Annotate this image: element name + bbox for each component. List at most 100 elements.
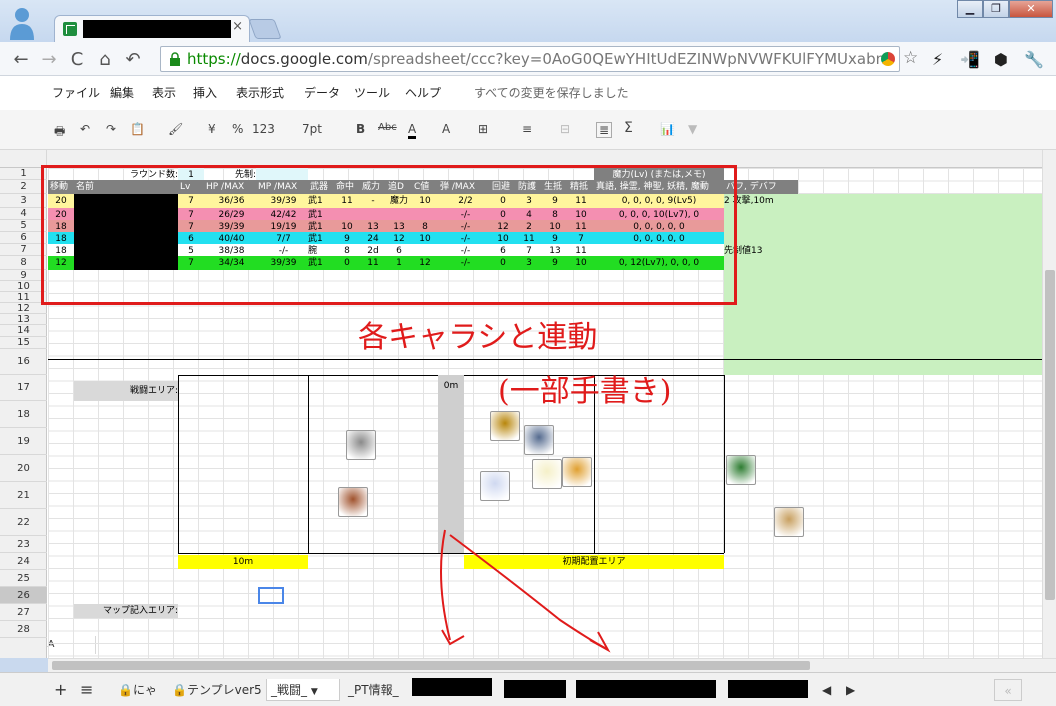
horizontal-scroll-thumb[interactable] [52, 661, 810, 670]
user-avatar-icon[interactable] [8, 6, 36, 40]
browser-tab[interactable]: × [54, 15, 250, 42]
forward-button[interactable]: → [38, 49, 60, 70]
white-beast-token[interactable] [532, 459, 562, 489]
align-icon[interactable]: ≡ [522, 122, 532, 136]
percent-button[interactable]: % [232, 122, 243, 136]
cell-buff[interactable]: 2 攻撃,10m [724, 194, 872, 208]
menu-format[interactable]: 表示形式 [236, 84, 284, 101]
row-header-2[interactable]: 2 [0, 180, 47, 194]
add-sheet-button[interactable]: + [50, 679, 71, 701]
number-format-button[interactable]: 123 [252, 122, 275, 136]
selected-cell[interactable] [258, 587, 284, 604]
row-header-5[interactable]: 5 [0, 220, 47, 232]
row-header-17[interactable]: 17 [0, 375, 47, 401]
row-header-13[interactable]: 13 [0, 314, 47, 325]
chart-icon[interactable]: 📊 [660, 122, 675, 136]
dark-beast-token[interactable] [524, 425, 554, 455]
menu-insert[interactable]: 挿入 [193, 84, 217, 101]
row-header-12[interactable]: 12 [0, 303, 47, 314]
menu-view[interactable]: 表示 [152, 84, 176, 101]
phone-extension-icon[interactable]: 📲 [960, 50, 980, 69]
row-header-27[interactable]: 27 [0, 604, 47, 621]
adventurer-token[interactable] [774, 507, 804, 537]
robot-token[interactable] [346, 430, 376, 460]
vertical-scroll-thumb[interactable] [1045, 270, 1055, 600]
new-tab-button[interactable] [248, 19, 282, 39]
row-header-26[interactable]: 26 [0, 587, 47, 604]
tab-close-icon[interactable]: × [232, 19, 243, 34]
paste-icon[interactable]: 📋 [130, 122, 145, 136]
menu-edit[interactable]: 編集 [110, 84, 134, 101]
text-color-button[interactable]: A [408, 122, 417, 139]
wrench-menu-icon[interactable]: 🔧 [1024, 50, 1044, 69]
undo-icon[interactable]: ↶ [80, 122, 90, 136]
sheet-tab-redacted[interactable] [728, 680, 808, 698]
vertical-scrollbar[interactable] [1042, 150, 1056, 658]
strikethrough-button[interactable]: Abc [378, 122, 397, 133]
currency-button[interactable]: ¥ [208, 122, 216, 136]
font-size-select[interactable]: 7pt [302, 122, 322, 136]
sum-button[interactable]: Σ [624, 120, 633, 136]
row-header-1[interactable]: 1 [0, 168, 47, 180]
borders-icon[interactable]: ⊞ [478, 122, 488, 136]
row-header-8[interactable]: 8 [0, 256, 47, 270]
home-button[interactable]: ⌂ [94, 49, 116, 70]
horizontal-scrollbar[interactable] [48, 658, 1056, 672]
row-header-10[interactable]: 10 [0, 281, 47, 292]
gold-knight-token[interactable] [490, 411, 520, 441]
sheet-tab-pt[interactable]: _PT情報_ [344, 679, 403, 701]
row-header-7[interactable]: 7 [0, 244, 47, 256]
chrome-extension-icon[interactable] [881, 52, 895, 66]
row-header-28[interactable]: 28 [0, 621, 47, 638]
row-header-25[interactable]: 25 [0, 570, 47, 587]
row-header-9[interactable]: 9 [0, 270, 47, 281]
row-header-11[interactable]: 11 [0, 292, 47, 303]
print-icon[interactable]: 🖶 [54, 122, 65, 143]
bookmark-star-icon[interactable]: ☆ [903, 48, 918, 68]
redo-icon[interactable]: ↷ [106, 122, 116, 136]
sheet-tab-battle[interactable]: _戦闘_ ▼ [266, 679, 340, 701]
row-header-16[interactable]: 16 [0, 349, 47, 375]
girl-token[interactable] [562, 457, 592, 487]
cell-buff[interactable] [724, 256, 872, 270]
dragon-token[interactable] [338, 487, 368, 517]
wrap-text-icon[interactable]: ≣ [596, 122, 613, 138]
sheet-tab-redacted[interactable] [412, 678, 492, 696]
menu-help[interactable]: ヘルプ [405, 84, 441, 101]
row-header-3[interactable]: 3 [0, 194, 47, 208]
sheet-scroll-right-button[interactable]: ▶ [842, 679, 859, 701]
filter-icon[interactable]: ▼ [688, 122, 697, 136]
fill-color-button[interactable]: A [442, 122, 450, 136]
row-header-21[interactable]: 21 [0, 482, 47, 509]
address-bar[interactable]: https://docs.google.com/spreadsheet/ccc?… [160, 46, 918, 72]
close-window-button[interactable]: ✕ [1009, 0, 1053, 18]
bold-button[interactable]: B [356, 122, 365, 136]
sheet-list-button[interactable]: ≡ [76, 679, 97, 701]
menu-tools[interactable]: ツール [354, 84, 390, 101]
collapse-button[interactable]: « [994, 679, 1022, 701]
green-goblin-token[interactable] [726, 455, 756, 485]
row-header-19[interactable]: 19 [0, 428, 47, 455]
menu-file[interactable]: ファイル [52, 84, 100, 101]
sheet-tab-dropdown-icon[interactable]: ▼ [311, 687, 318, 697]
lightning-extension-icon[interactable]: ⚡ [932, 50, 943, 69]
row-header-18[interactable]: 18 [0, 401, 47, 428]
sheet-tab-redacted[interactable] [504, 680, 566, 698]
sheet-tab-redacted[interactable] [576, 680, 716, 698]
row-header-14[interactable]: 14 [0, 325, 47, 337]
undo-history-button[interactable]: ↶ [122, 49, 144, 70]
merge-icon[interactable]: ⊟ [560, 122, 570, 136]
back-button[interactable]: ← [10, 49, 32, 70]
minimize-button[interactable]: ▁ [957, 0, 983, 18]
shield-extension-icon[interactable]: ⬢ [994, 50, 1008, 69]
blue-white-token[interactable] [480, 471, 510, 501]
row-header-24[interactable]: 24 [0, 553, 47, 570]
reload-button[interactable]: C [66, 49, 88, 70]
select-all-corner[interactable] [0, 150, 47, 168]
sheet-scroll-left-button[interactable]: ◀ [818, 679, 835, 701]
row-header-4[interactable]: 4 [0, 208, 47, 220]
sheet-tab-nya[interactable]: 🔒にゃ [114, 679, 161, 701]
sheet-tab-template[interactable]: 🔒テンプレver5 [168, 679, 266, 701]
row-header-22[interactable]: 22 [0, 509, 47, 536]
paint-format-icon[interactable]: 🖌 [168, 122, 183, 136]
